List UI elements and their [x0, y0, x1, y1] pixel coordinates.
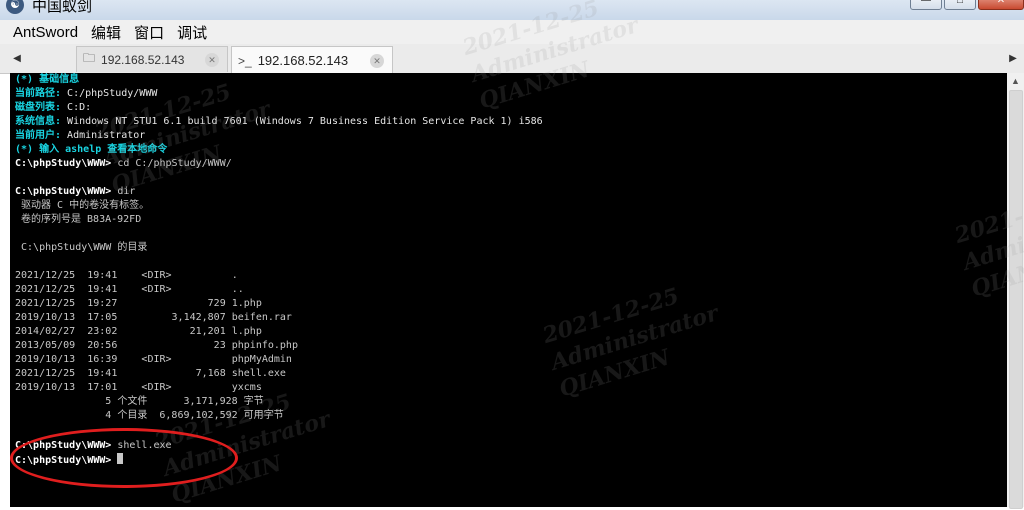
close-icon[interactable]: ✕ — [978, 0, 1024, 10]
path-value: C:/phpStudy/WWW — [61, 88, 158, 99]
current-path-line: 当前路径: C:/phpStudy/WWW — [15, 87, 157, 101]
dir-entry: 2021/12/25 19:41 <DIR> . — [15, 270, 238, 281]
dir-directory-of: C:\phpStudy\WWW 的目录 — [15, 242, 148, 253]
dir-entry: 2019/10/13 17:01 <DIR> yxcms — [15, 382, 262, 393]
tab-close-icon[interactable]: ✕ — [205, 52, 219, 67]
tab-file-manager[interactable]: 🗀 192.168.52.143 ✕ — [76, 46, 228, 72]
minimize-icon[interactable]: — — [910, 0, 942, 10]
dir-entry: 2021/12/25 19:41 7,168 shell.exe — [15, 368, 286, 379]
menu-debug[interactable]: 调试 — [177, 22, 207, 43]
maximize-icon[interactable]: □ — [944, 0, 976, 10]
prompt: C:\phpStudy\WWW> — [15, 186, 112, 197]
prompt: C:\phpStudy\WWW> — [15, 158, 112, 169]
dir-volume-label: 驱动器 C 中的卷没有标签。 — [15, 200, 150, 211]
tab-close-icon[interactable]: ✕ — [370, 53, 384, 68]
title-bar: ☯ 中国蚁剑 — □ ✕ — [0, 0, 1024, 20]
terminal-icon: >_ — [238, 53, 252, 68]
window-title: 中国蚁剑 — [32, 0, 93, 15]
disk-list-line: 磁盘列表: C:D: — [15, 101, 91, 115]
sys-label: 系统信息: — [15, 116, 62, 127]
antsword-logo-icon: ☯ — [6, 0, 24, 14]
tab-scroll-right-icon[interactable]: ▶ — [1005, 49, 1021, 69]
scrollbar-thumb[interactable] — [1009, 90, 1023, 509]
dir-entry: 2014/02/27 23:02 21,201 l.php — [15, 326, 262, 337]
dir-entry: 2021/12/25 19:41 <DIR> .. — [15, 284, 244, 295]
disk-label: 磁盘列表: — [15, 102, 62, 113]
dir-entry: 2019/10/13 17:05 3,142,807 beifen.rar — [15, 312, 292, 323]
annotation-highlight-circle — [10, 428, 238, 488]
tab-label: 192.168.52.143 — [101, 52, 185, 67]
dir-serial-number: 卷的序列号是 B83A-92FD — [15, 214, 142, 225]
menu-antsword[interactable]: AntSword — [13, 24, 78, 41]
dir-entry: 2013/05/09 20:56 23 phpinfo.php — [15, 340, 298, 351]
menu-window[interactable]: 窗口 — [134, 22, 164, 43]
path-label: 当前路径: — [15, 88, 62, 99]
disk-value: C:D: — [61, 102, 92, 113]
user-label: 当前用户: — [15, 130, 62, 141]
scroll-up-icon[interactable]: ▲ — [1007, 73, 1024, 90]
info-header: (*) 基础信息 — [15, 74, 80, 85]
window-controls: — □ ✕ — [908, 0, 1024, 10]
dir-entry: 2019/10/13 16:39 <DIR> phpMyAdmin — [15, 354, 292, 365]
tab-scroll-left-icon[interactable]: ◀ — [9, 49, 25, 69]
menu-edit[interactable]: 编辑 — [91, 22, 121, 43]
tab-label: 192.168.52.143 — [257, 53, 349, 68]
folder-icon: 🗀 — [83, 51, 96, 65]
dir-entry: 2021/12/25 19:27 729 1.php — [15, 298, 262, 309]
